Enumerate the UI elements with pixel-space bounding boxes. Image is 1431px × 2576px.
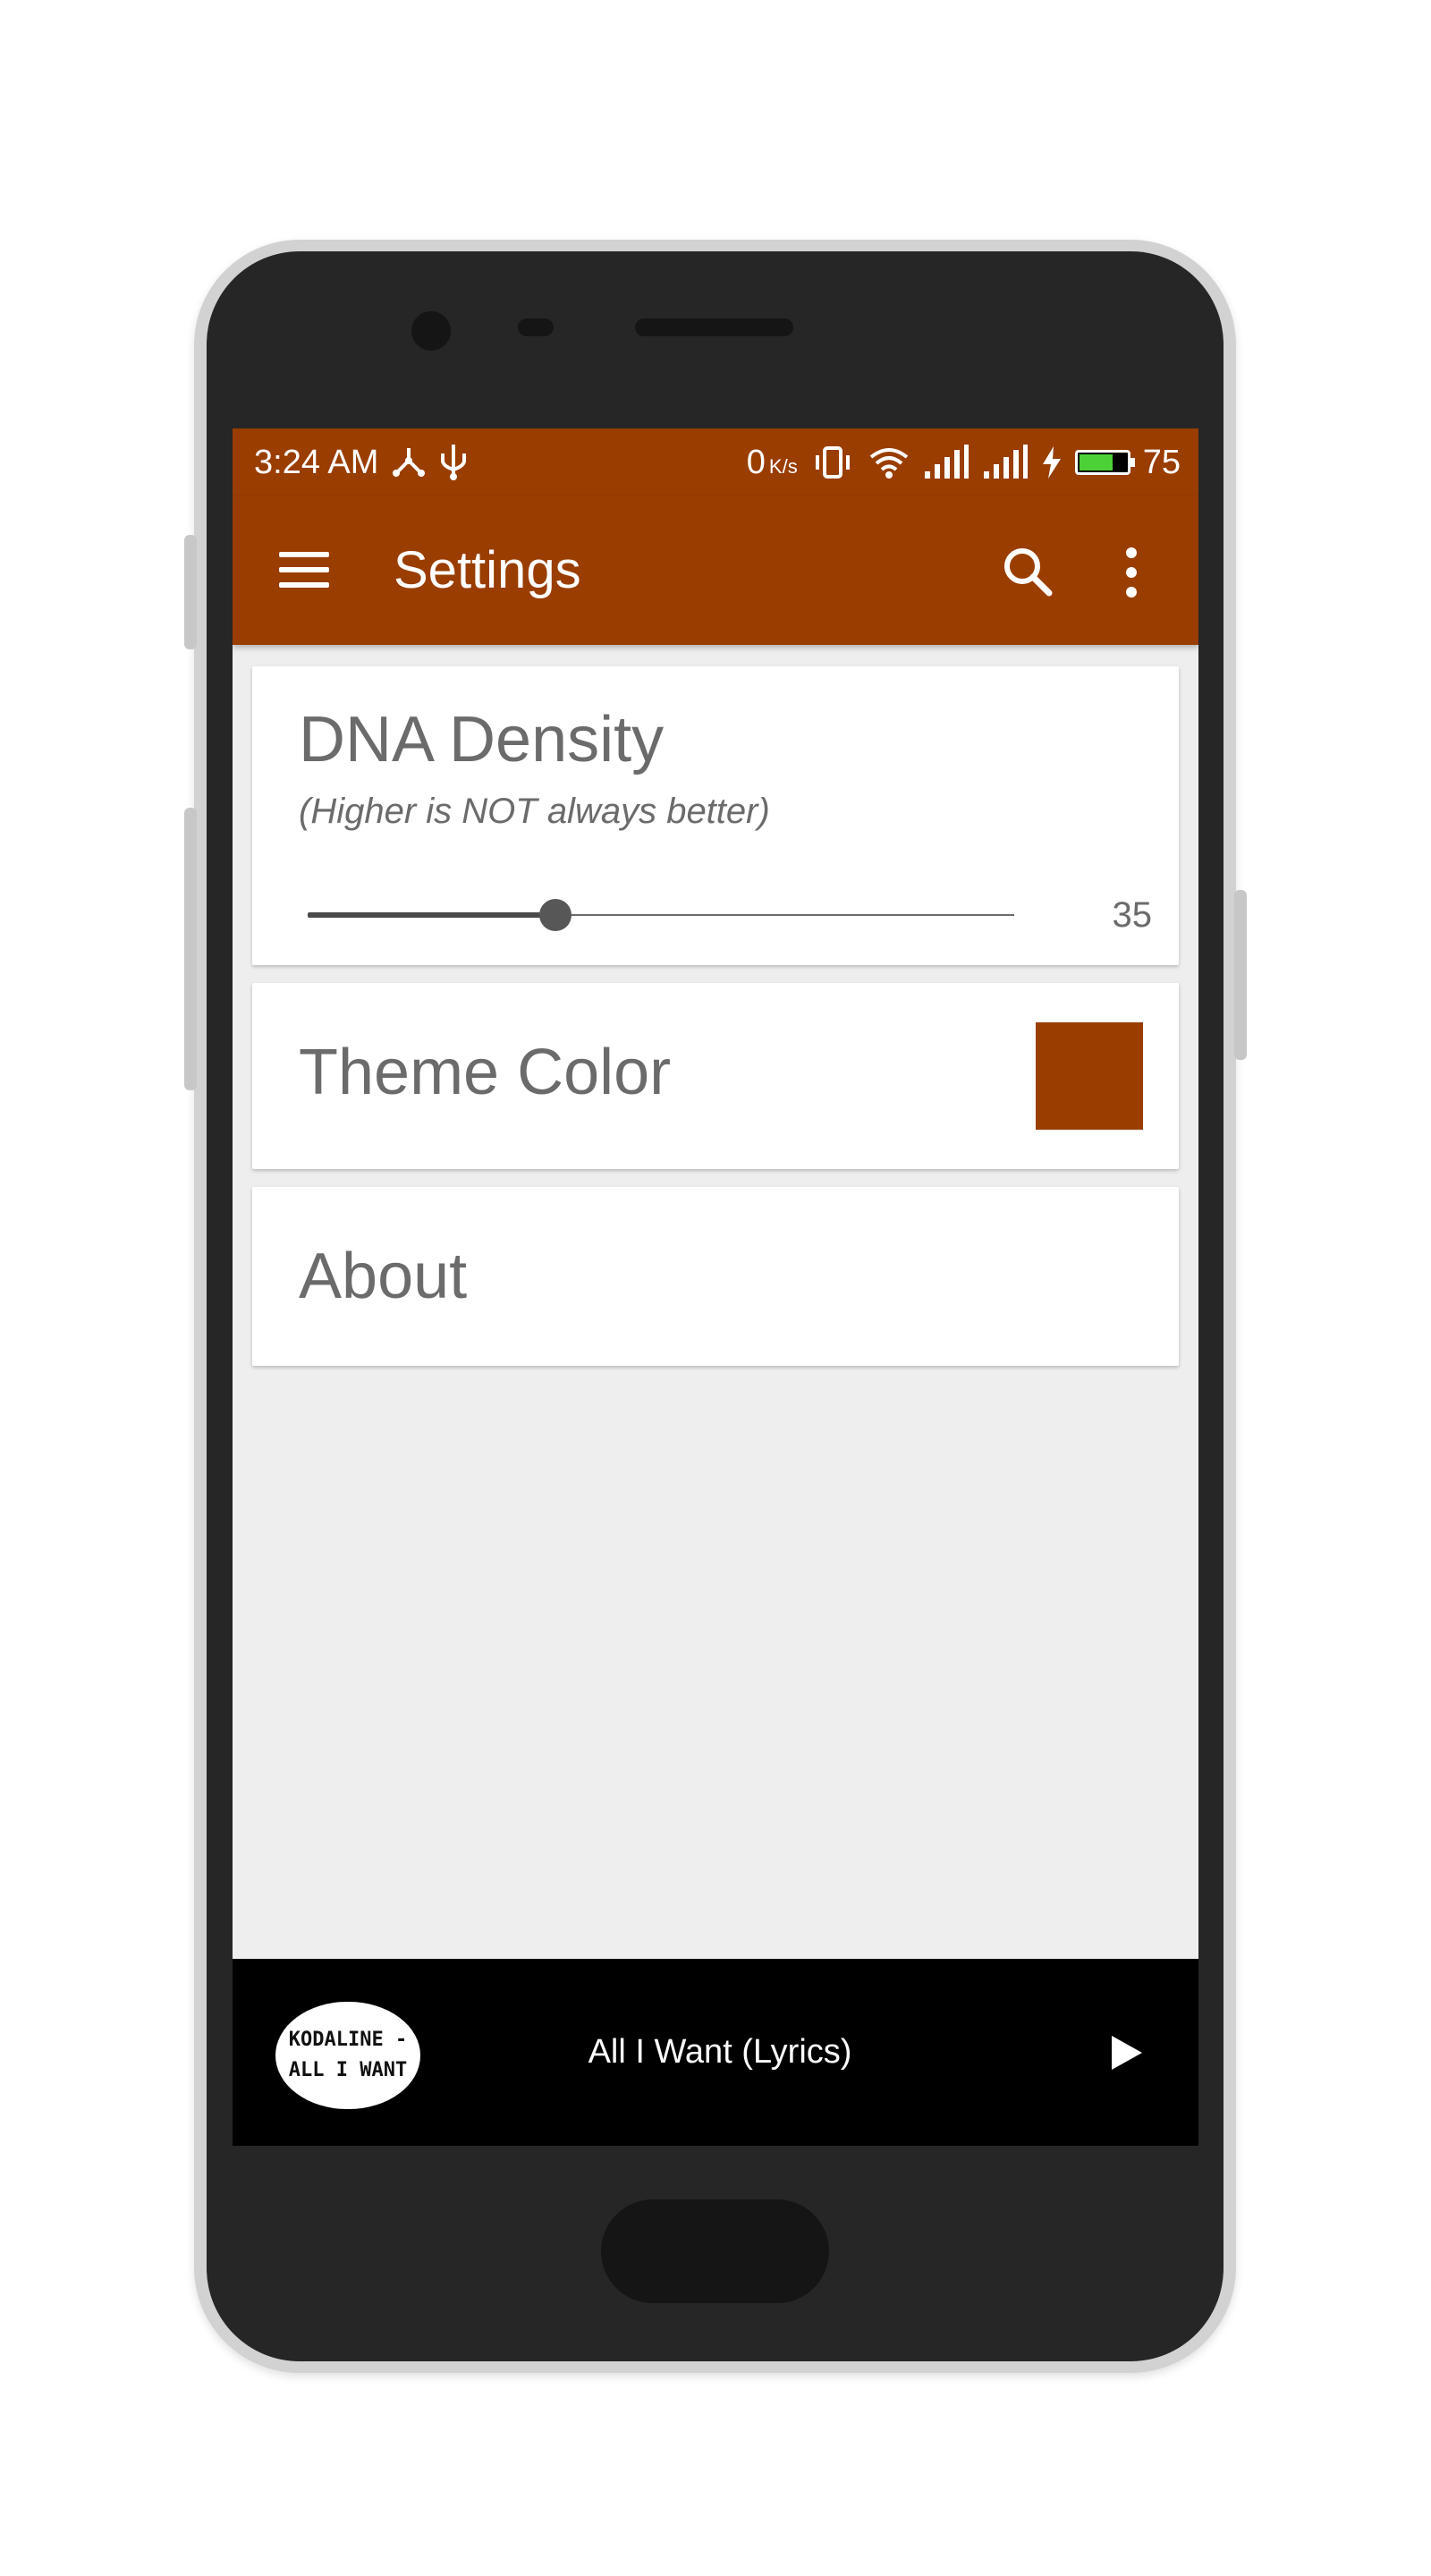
page-title: Settings	[394, 541, 581, 599]
proximity-sensor	[518, 318, 554, 336]
dna-density-value: 35	[1112, 895, 1153, 935]
charging-icon	[1041, 445, 1063, 480]
signal-icon	[982, 445, 1029, 480]
branch-icon	[391, 445, 427, 480]
slider-thumb[interactable]	[538, 899, 572, 931]
vibrate-icon	[810, 445, 855, 480]
about-card[interactable]: About	[252, 1187, 1179, 1366]
play-icon[interactable]	[1105, 2032, 1146, 2073]
more-vert-icon[interactable]	[1113, 541, 1149, 604]
data-speed-value: 0	[746, 443, 766, 481]
power-button	[1234, 890, 1247, 1060]
search-icon[interactable]	[997, 541, 1060, 604]
track-title: All I Want (Lyrics)	[588, 2033, 852, 2071]
slider-fill	[308, 912, 555, 918]
app-bar: Settings	[233, 496, 1198, 645]
theme-color-title: Theme Color	[299, 1037, 672, 1108]
page: 3:24 AM 0 K/s 75 Settings DNA Density (H…	[0, 0, 1431, 2576]
about-title: About	[299, 1241, 468, 1312]
dna-density-slider[interactable]	[308, 897, 1014, 933]
screen: 3:24 AM 0 K/s 75 Settings DNA Density (H…	[233, 428, 1198, 2146]
album-art[interactable]: KODALINE - ALL I WANT	[275, 2002, 420, 2109]
dna-density-card: DNA Density (Higher is NOT always better…	[252, 666, 1179, 965]
battery-level: 75	[1142, 443, 1181, 481]
wifi-icon	[868, 445, 910, 480]
dna-density-subtitle: (Higher is NOT always better)	[299, 792, 770, 831]
battery-fill	[1079, 454, 1113, 470]
theme-color-swatch[interactable]	[1036, 1022, 1143, 1130]
dna-density-title: DNA Density	[299, 704, 665, 775]
menu-icon[interactable]	[277, 543, 331, 597]
earpiece-speaker	[635, 318, 793, 336]
album-art-text: KODALINE - ALL I WANT	[288, 2029, 408, 2081]
theme-color-card[interactable]: Theme Color	[252, 983, 1179, 1169]
battery-icon	[1074, 450, 1135, 475]
front-camera	[411, 311, 451, 351]
home-button[interactable]	[601, 2199, 829, 2303]
status-bar: 3:24 AM 0 K/s 75	[233, 428, 1198, 496]
data-speed-unit: K/s	[768, 454, 798, 478]
volume-down-button	[184, 808, 197, 1090]
mini-player[interactable]: KODALINE - ALL I WANT All I Want (Lyrics…	[233, 1959, 1198, 2146]
usb-icon	[439, 443, 468, 482]
status-time: 3:24 AM	[254, 443, 379, 481]
volume-up-button	[184, 535, 197, 649]
signal-icon	[923, 445, 970, 480]
